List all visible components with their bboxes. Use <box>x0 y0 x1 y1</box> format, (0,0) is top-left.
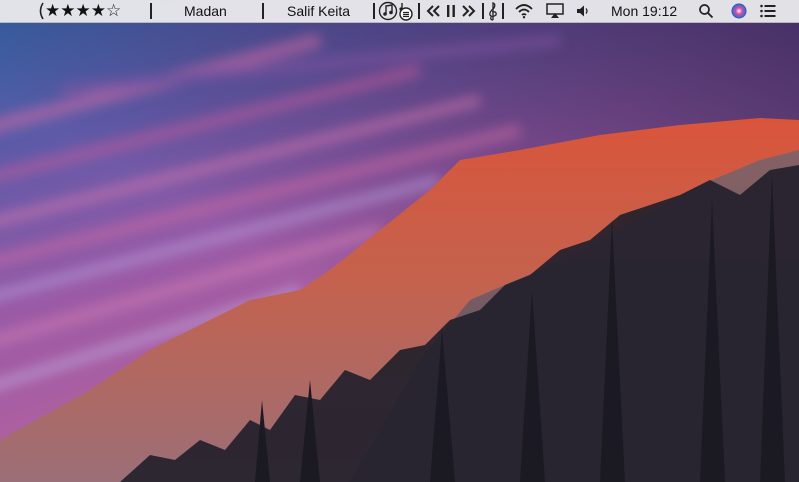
separator <box>262 3 264 19</box>
previous-track-icon[interactable] <box>425 0 441 22</box>
rating-star-4[interactable]: ★ <box>91 1 106 20</box>
rating-star-1[interactable]: ★ <box>45 1 60 20</box>
treble-clef-icon[interactable] <box>486 0 500 22</box>
star-rating[interactable]: ★★★★☆ <box>45 0 121 22</box>
desktop-wallpaper <box>0 0 799 482</box>
bracket-left-icon <box>38 0 44 22</box>
search-icon[interactable] <box>698 0 714 22</box>
wifi-icon[interactable] <box>514 0 534 22</box>
airplay-icon[interactable] <box>545 0 565 22</box>
separator <box>482 3 484 19</box>
siri-icon[interactable] <box>730 0 748 22</box>
rating-star-5[interactable]: ☆ <box>106 1 121 20</box>
menu-bar-clock[interactable]: Mon 19:12 <box>611 0 677 22</box>
pause-icon[interactable] <box>445 0 457 22</box>
rating-star-2[interactable]: ★ <box>60 1 75 20</box>
separator <box>150 3 152 19</box>
volume-icon[interactable] <box>575 0 591 22</box>
separator <box>502 3 504 19</box>
music-note-icon[interactable] <box>378 0 398 22</box>
separator <box>418 3 420 19</box>
separator <box>373 3 375 19</box>
next-track-icon[interactable] <box>461 0 477 22</box>
notification-center-icon[interactable] <box>759 0 777 22</box>
lyrics-icon[interactable] <box>397 0 413 22</box>
rating-star-3[interactable]: ★ <box>76 1 91 20</box>
artist-name[interactable]: Salif Keita <box>287 0 350 22</box>
menu-bar: ★★★★☆ Madan Salif Keita Mon 19:12 <box>0 0 799 23</box>
track-title[interactable]: Madan <box>184 0 227 22</box>
